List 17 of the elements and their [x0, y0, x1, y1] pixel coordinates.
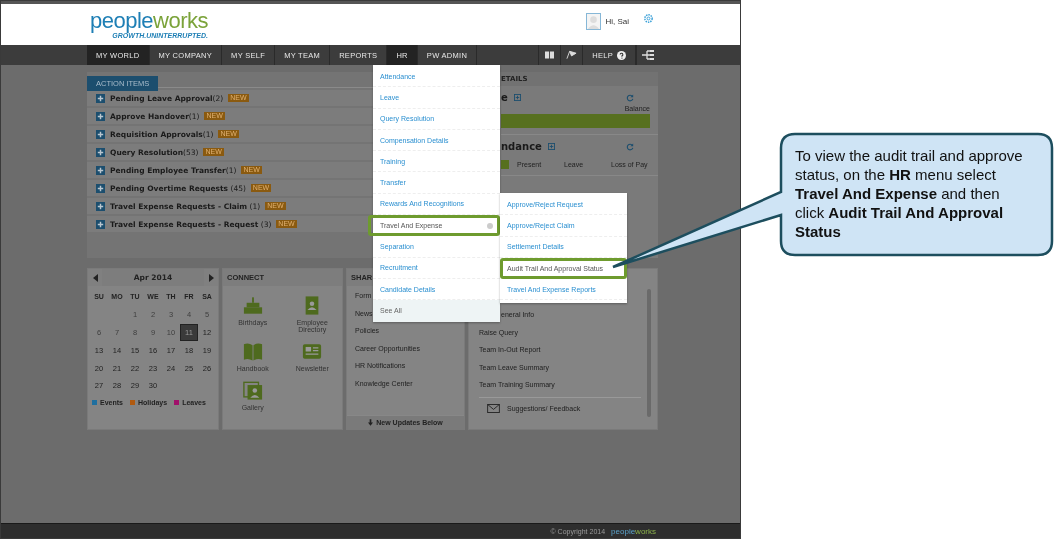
settings-icon[interactable]	[643, 13, 654, 24]
section-title: e	[501, 92, 508, 103]
logo-wordmark: peopleworks	[90, 10, 209, 31]
caret-right-icon	[208, 273, 214, 282]
photo-frame-icon[interactable]	[242, 381, 263, 400]
newspaper-icon[interactable]	[302, 342, 323, 361]
footer-logo: peopleworks	[611, 526, 656, 536]
callout-text: To view the audit trail and approve status, on the HR menu select Travel And Expense and then click Audit Trail And Approval Status	[795, 146, 1024, 241]
caret-left-icon	[92, 273, 98, 282]
envelope-icon[interactable]	[487, 403, 500, 413]
legend-swatch	[501, 160, 509, 169]
submenu-indicator-icon	[487, 222, 493, 229]
user-greeting: Hi, Sai	[605, 17, 629, 26]
cake-icon	[243, 297, 262, 314]
down-arrow-icon	[368, 419, 374, 426]
question-icon	[617, 50, 626, 60]
section-title: ndance	[501, 141, 542, 152]
